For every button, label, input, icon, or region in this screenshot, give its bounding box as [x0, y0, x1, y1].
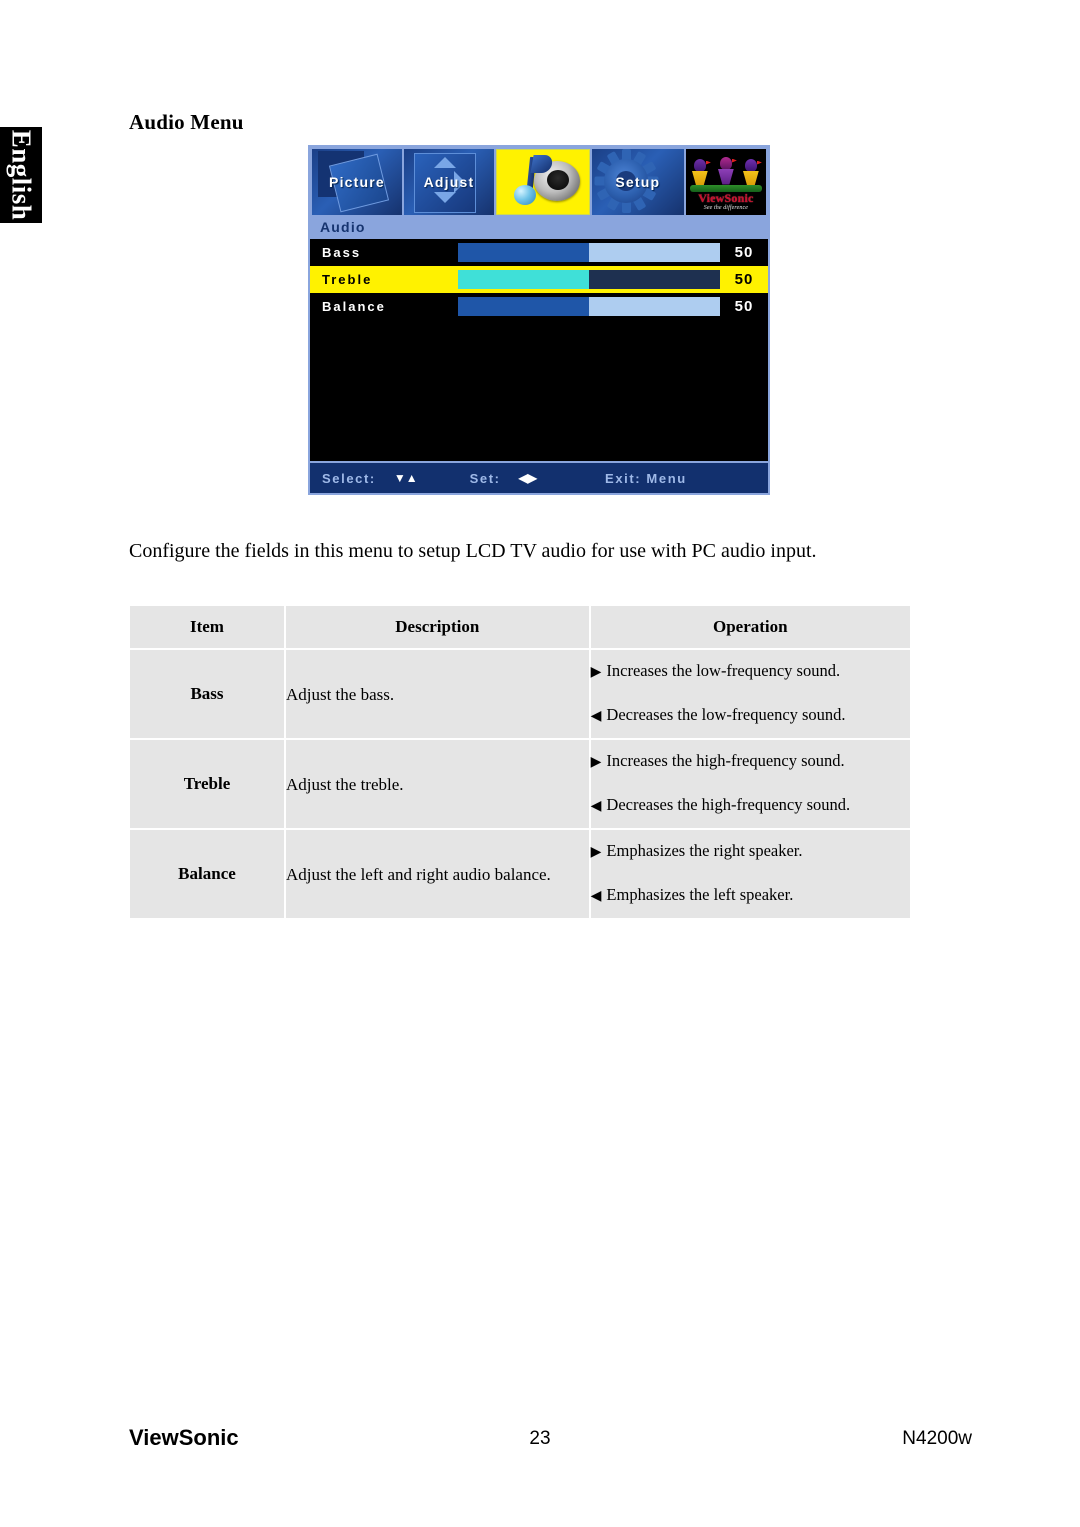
audio-speaker-note-icon [504, 153, 582, 211]
operation-decrease-text: Decreases the low-frequency sound. [606, 705, 846, 724]
osd-set-arrows-icon: ◀▶ [518, 471, 538, 485]
table-cell-description-treble: Adjust the treble. [285, 740, 589, 828]
page-title: Audio Menu [129, 110, 244, 134]
table-cell-operation-balance: ▶ Emphasizes the right speaker. ◀ Emphasiz… [590, 830, 910, 918]
osd-tab-bar: Picture Adjust Setup ViewSonic See the d… [310, 147, 768, 215]
osd-section-label: Audio [310, 215, 768, 239]
table-header-description: Description [285, 606, 589, 648]
osd-empty-area [310, 320, 768, 459]
table-cell-item-balance: Balance [130, 830, 284, 918]
osd-setting-rows: Bass 50 Treble 50 Balance 50 [310, 239, 768, 459]
intro-paragraph: Configure the fields in this menu to set… [129, 540, 817, 562]
osd-tab-picture[interactable]: Picture [312, 149, 402, 215]
osd-menu-screenshot: Picture Adjust Setup ViewSonic See the d… [308, 145, 770, 495]
arrow-up-icon [433, 157, 456, 168]
arrow-right-icon: ▶ [590, 755, 602, 770]
language-side-tab: English [0, 127, 42, 223]
viewsonic-finches-icon [688, 155, 764, 192]
table-cell-item-bass: Bass [130, 650, 284, 738]
osd-footer-bar: Select: ▼▲ Set: ◀▶ Exit: Menu [310, 461, 768, 493]
osd-row-balance[interactable]: Balance 50 [310, 293, 768, 320]
arrow-right-icon: ▶ [590, 665, 602, 680]
table-row: Treble Adjust the treble. ▶ Increases the… [130, 740, 910, 828]
arrow-left-icon: ◀ [590, 709, 602, 724]
table-cell-item-treble: Treble [130, 740, 284, 828]
operation-decrease-text: Decreases the high-frequency sound. [606, 795, 851, 814]
osd-row-bass-value: 50 [734, 244, 754, 261]
osd-row-balance-value: 50 [734, 298, 754, 315]
table-cell-operation-treble: ▶ Increases the high-frequency sound. ◀ De… [590, 740, 910, 828]
osd-row-bass-label: Bass [322, 245, 362, 260]
osd-row-balance-slider[interactable] [458, 297, 720, 316]
settings-table: Item Description Operation Bass Adjust t… [128, 604, 912, 920]
viewsonic-tagline: See the difference [703, 204, 748, 211]
osd-select-label: Select: [322, 470, 376, 486]
operation-increase-text: Increases the low-frequency sound. [606, 661, 841, 680]
osd-row-treble-value: 50 [734, 271, 754, 288]
arrow-right-icon: ▶ [590, 845, 602, 860]
osd-viewsonic-logo: ViewSonic See the difference [685, 149, 766, 215]
osd-row-treble-slider[interactable] [458, 270, 720, 289]
table-row: Bass Adjust the bass. ▶ Increases the low… [130, 650, 910, 738]
osd-tab-setup-label: Setup [615, 174, 661, 190]
osd-exit-label: Exit: Menu [605, 470, 687, 486]
osd-tab-audio[interactable] [495, 149, 590, 215]
operation-increase-text: Increases the high-frequency sound. [606, 751, 845, 770]
osd-tab-adjust-label: Adjust [423, 174, 475, 190]
table-header-operation: Operation [590, 606, 910, 648]
arrow-left-icon: ◀ [590, 889, 602, 904]
osd-row-balance-label: Balance [322, 299, 386, 314]
osd-tab-setup[interactable]: Setup [591, 149, 684, 215]
music-note-head-icon [513, 185, 536, 205]
arrow-left-icon: ◀ [590, 799, 602, 814]
osd-select-arrows-icon: ▼▲ [393, 471, 418, 485]
table-header-item: Item [130, 606, 284, 648]
osd-row-bass-slider[interactable] [458, 243, 720, 262]
table-cell-description-balance: Adjust the left and right audio balance. [285, 830, 589, 918]
footer-model: N4200w [902, 1428, 972, 1449]
speaker-hole-icon [546, 170, 569, 190]
operation-increase-text: Emphasizes the right speaker. [606, 841, 803, 860]
osd-row-treble[interactable]: Treble 50 [310, 266, 768, 293]
page-footer: ViewSonic 23 N4200w [0, 1425, 1080, 1455]
table-row: Balance Adjust the left and right audio … [130, 830, 910, 918]
table-cell-description-bass: Adjust the bass. [285, 650, 589, 738]
table-header-row: Item Description Operation [130, 606, 910, 648]
operation-decrease-text: Emphasizes the left speaker. [606, 885, 794, 904]
osd-row-treble-label: Treble [322, 272, 373, 287]
arrow-down-icon [433, 192, 456, 203]
osd-set-label: Set: [469, 470, 501, 486]
osd-tab-adjust[interactable]: Adjust [403, 149, 494, 215]
language-side-tab-label: English [6, 129, 37, 221]
osd-row-bass[interactable]: Bass 50 [310, 239, 768, 266]
viewsonic-wordmark: ViewSonic [698, 190, 754, 205]
table-cell-operation-bass: ▶ Increases the low-frequency sound. ◀ Dec… [590, 650, 910, 738]
osd-tab-picture-label: Picture [329, 174, 385, 190]
